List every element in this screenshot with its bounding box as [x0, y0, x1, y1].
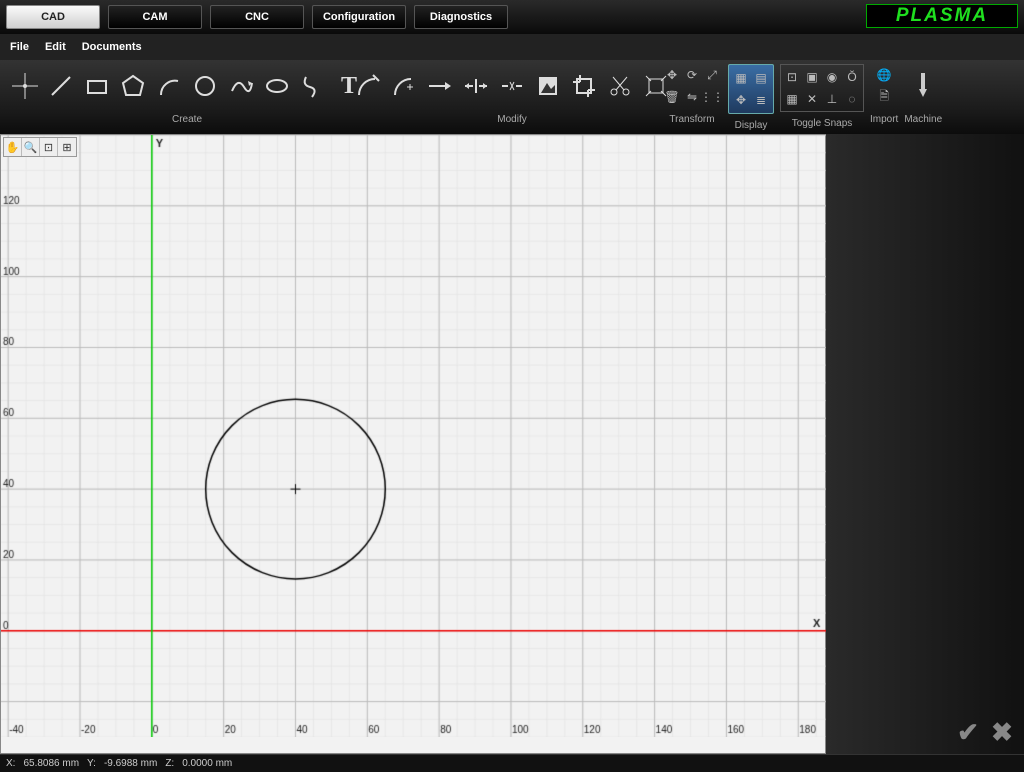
menu-documents[interactable]: Documents — [82, 41, 142, 53]
arc-tool-icon[interactable] — [151, 68, 187, 104]
status-z-value: 0.0000 mm — [182, 758, 232, 769]
menu-bar: File Edit Documents — [0, 34, 1024, 60]
main-tabbar: CAD CAM CNC Configuration Diagnostics PL… — [0, 0, 1024, 34]
confirm-icon[interactable]: ✔ — [954, 718, 982, 746]
break-tool-icon[interactable] — [494, 68, 530, 104]
status-x-value: 65.8086 mm — [23, 758, 79, 769]
status-bar: X: 65.8086 mm Y: -9.6988 mm Z: 0.0000 mm — [0, 754, 1024, 772]
display-layers-icon[interactable]: ≣ — [751, 90, 771, 110]
snap-int-icon[interactable]: ✕ — [802, 89, 822, 109]
image-tool-icon[interactable] — [530, 68, 566, 104]
offset-tool-icon[interactable] — [422, 68, 458, 104]
tab-configuration[interactable]: Configuration — [312, 5, 406, 29]
line-tool-icon[interactable] — [43, 68, 79, 104]
menu-file[interactable]: File — [10, 41, 29, 53]
zoom-extents-icon[interactable]: ⊞ — [58, 138, 76, 156]
import-file-icon[interactable]: 🗎 — [874, 87, 894, 107]
machine-group-label: Machine — [904, 114, 942, 128]
crop-tool-icon[interactable] — [566, 68, 602, 104]
snap-end-icon[interactable]: ⊡ — [782, 67, 802, 87]
pan-icon[interactable]: ✋ — [4, 138, 22, 156]
tab-diagnostics[interactable]: Diagnostics — [414, 5, 508, 29]
cancel-icon[interactable]: ✖ — [988, 718, 1016, 746]
extend-tool-icon[interactable] — [350, 68, 386, 104]
cut-tool-icon[interactable] — [602, 68, 638, 104]
polygon-tool-icon[interactable] — [115, 68, 151, 104]
transform-scale-icon[interactable]: ⤢ — [702, 65, 722, 85]
snap-perp-icon[interactable]: ⊥ — [822, 89, 842, 109]
zoom-window-icon[interactable]: ⊡ — [40, 138, 58, 156]
transform-rotate-icon[interactable]: ⟳ — [682, 65, 702, 85]
display-move-icon[interactable]: ✥ — [731, 90, 751, 110]
ellipse-tool-icon[interactable] — [259, 68, 295, 104]
menu-edit[interactable]: Edit — [45, 41, 66, 53]
snap-grid-icon[interactable]: ▦ — [782, 89, 802, 109]
side-panel: ✔ ✖ — [826, 134, 1024, 754]
spline-tool-icon[interactable] — [295, 68, 331, 104]
trim-tool-icon[interactable] — [458, 68, 494, 104]
modify-group-label: Modify — [497, 114, 526, 128]
curve-tool-icon[interactable] — [223, 68, 259, 104]
display-group-label: Display — [735, 120, 768, 134]
tab-cam[interactable]: CAM — [108, 5, 202, 29]
snap-near-icon[interactable]: ◌ — [842, 89, 862, 109]
rectangle-tool-icon[interactable] — [79, 68, 115, 104]
transform-move-icon[interactable]: ✥ — [662, 65, 682, 85]
workspace: ✋ 🔍 ⊡ ⊞ ✔ ✖ — [0, 134, 1024, 754]
transform-array-icon[interactable]: ⋮⋮ — [702, 87, 722, 107]
import-group-label: Import — [870, 114, 898, 128]
create-group-label: Create — [172, 114, 202, 128]
status-y-value: -9.6988 mm — [104, 758, 157, 769]
toolbar: T Create Modify ✥ — [0, 60, 1024, 134]
circle-tool-icon[interactable] — [187, 68, 223, 104]
drawing-canvas[interactable]: ✋ 🔍 ⊡ ⊞ — [0, 134, 826, 754]
display-fit-icon[interactable]: ▤ — [751, 68, 771, 88]
transform-group-label: Transform — [669, 114, 714, 128]
view-tools: ✋ 🔍 ⊡ ⊞ — [3, 137, 77, 157]
snap-center-icon[interactable]: ◉ — [822, 67, 842, 87]
status-z-label: Z: — [165, 758, 174, 769]
fillet-tool-icon[interactable] — [386, 68, 422, 104]
import-web-icon[interactable]: 🌐 — [874, 65, 894, 85]
tab-cnc[interactable]: CNC — [210, 5, 304, 29]
status-x-label: X: — [6, 758, 15, 769]
transform-mirror-icon[interactable]: ⇋ — [682, 87, 702, 107]
display-grid-icon[interactable]: ▦ — [731, 68, 751, 88]
snap-mid-icon[interactable]: ▣ — [802, 67, 822, 87]
transform-delete-icon[interactable]: 🗑 — [662, 87, 682, 107]
point-tool-icon[interactable] — [7, 68, 43, 104]
status-y-label: Y: — [87, 758, 96, 769]
tab-cad[interactable]: CAD — [6, 5, 100, 29]
snaps-group-label: Toggle Snaps — [792, 118, 853, 132]
machine-tool-icon[interactable] — [905, 68, 941, 104]
snap-tan-icon[interactable]: Ŏ — [842, 67, 862, 87]
zoom-in-icon[interactable]: 🔍 — [22, 138, 40, 156]
brand-logo: PLASMA — [866, 4, 1018, 28]
